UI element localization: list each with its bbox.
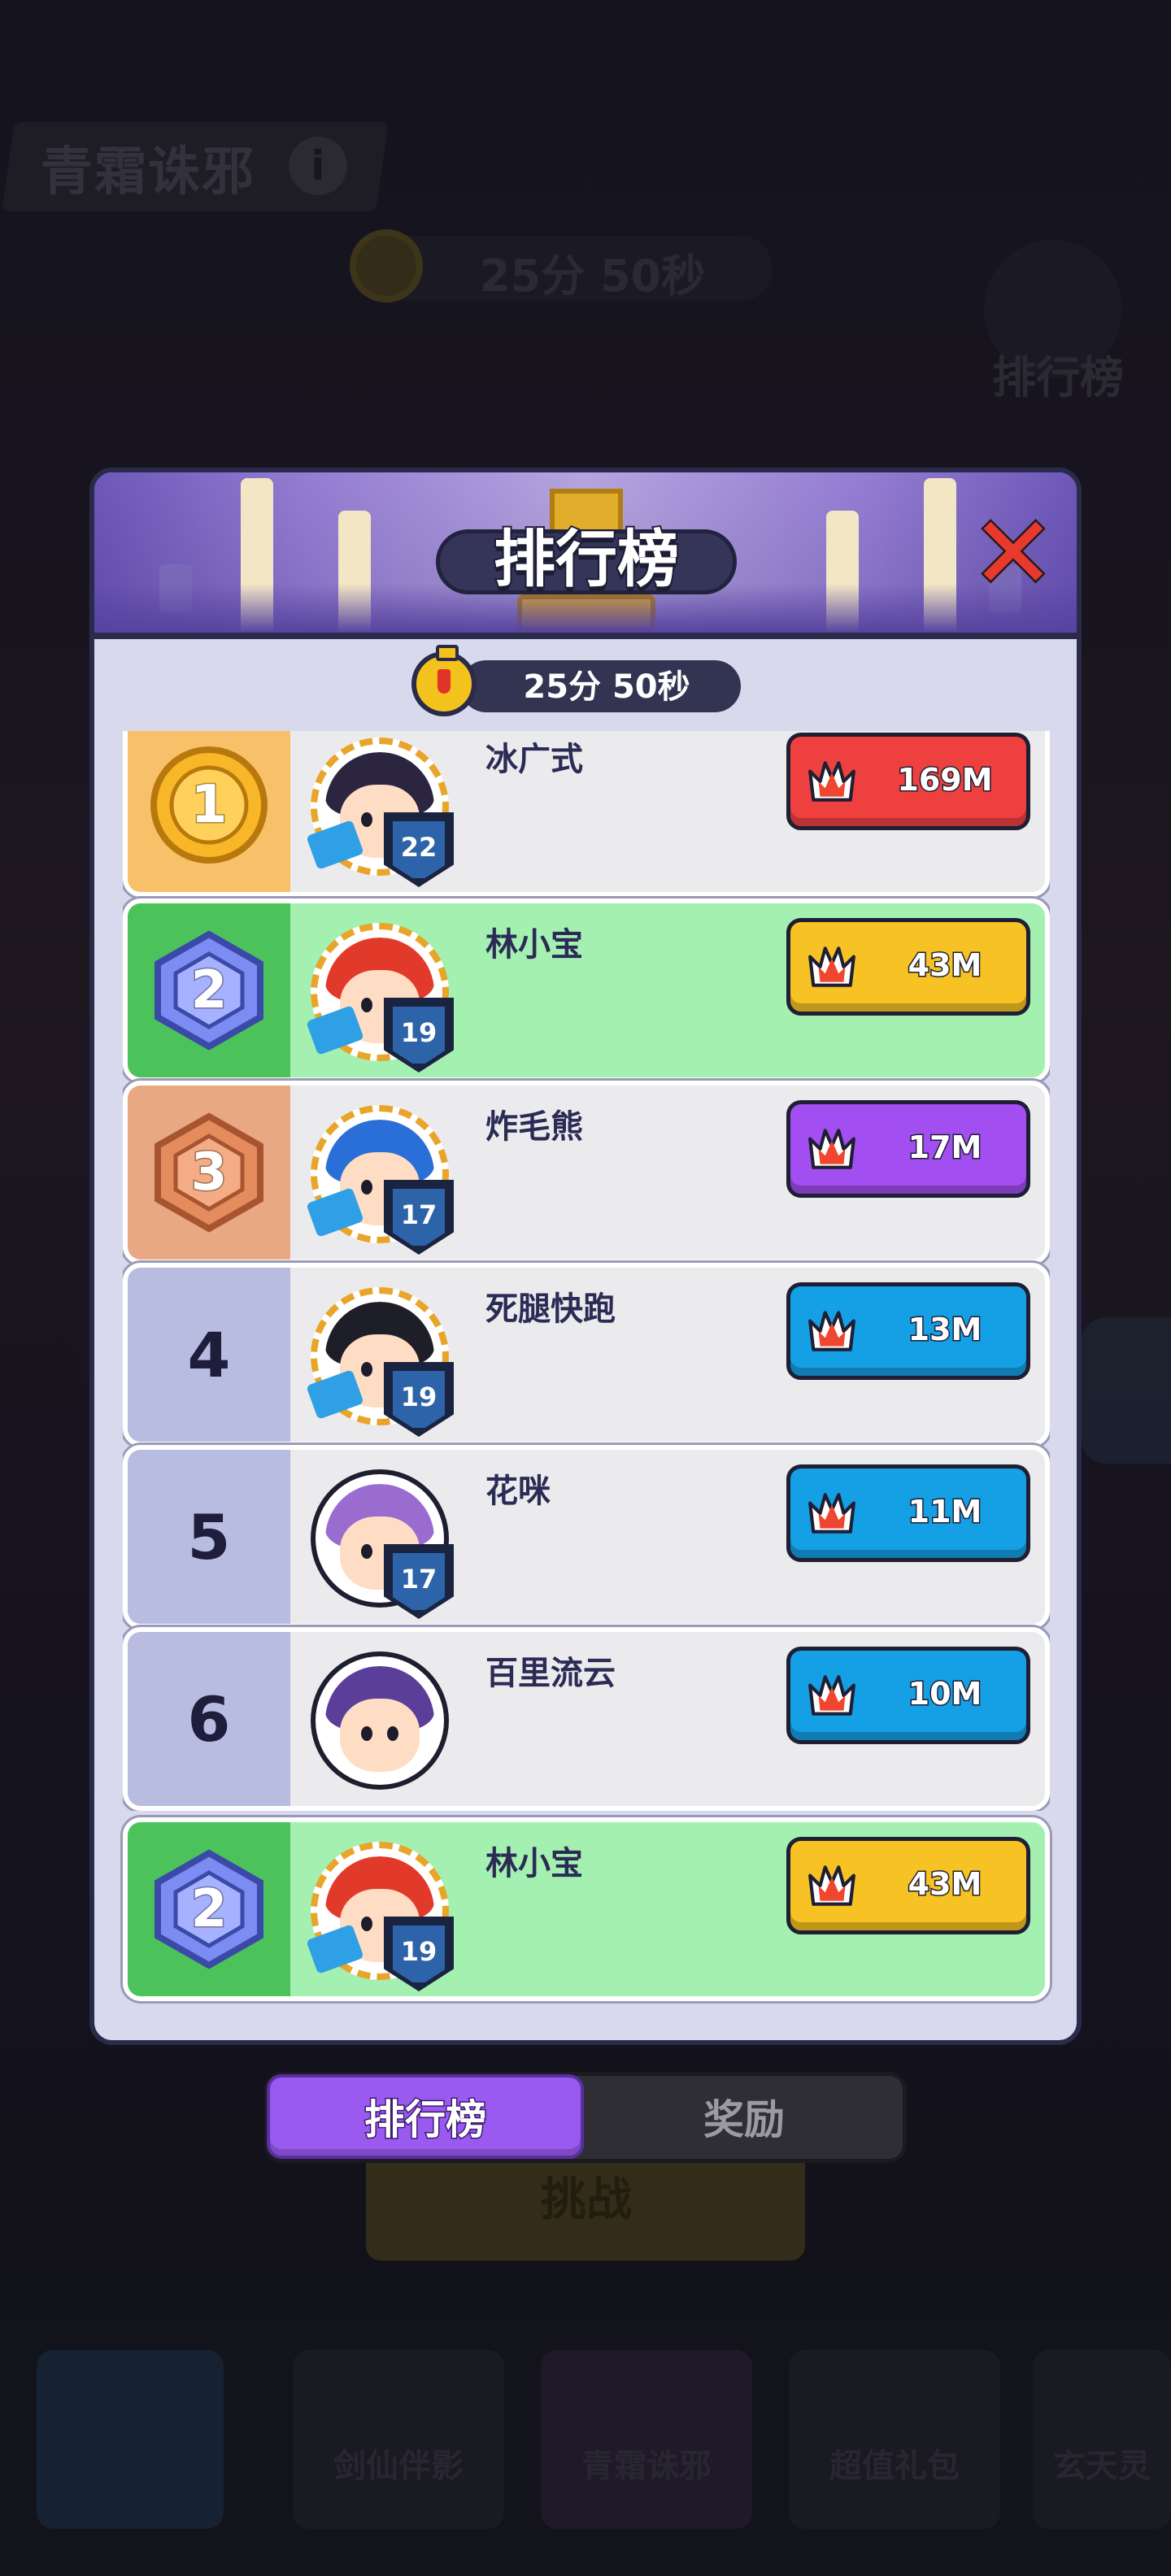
avatar[interactable]: 19 — [303, 916, 457, 1073]
avatar[interactable]: 17 — [303, 1463, 457, 1619]
my-rank-card[interactable]: 2 19 林小宝 43M — [123, 1817, 1050, 2001]
rank-cell: 3 — [128, 1086, 290, 1260]
score-badge[interactable]: 43M — [786, 918, 1030, 1016]
rank-cell: 2 — [128, 1822, 290, 1996]
level-number: 22 — [400, 832, 437, 863]
rank-cell: 6 — [128, 1632, 290, 1806]
leaderboard-row[interactable]: 2 19 林小宝 43M — [123, 899, 1050, 1082]
avatar[interactable]: 22 — [303, 731, 457, 887]
rank-cell: 4 — [128, 1268, 290, 1442]
player-name: 百里流云 — [485, 1655, 616, 1692]
avatar-eye — [361, 998, 372, 1012]
avatar-portrait — [325, 1666, 434, 1775]
score-value: 13M — [907, 1311, 983, 1349]
leaderboard-row[interactable]: 5 17 花咪 11M — [123, 1445, 1050, 1629]
player-name: 林小宝 — [485, 926, 583, 964]
avatar-eye — [387, 1726, 398, 1741]
leaderboard-row[interactable]: 4 19 死腿快跑 13M — [123, 1263, 1050, 1447]
rank-cell: 5 — [128, 1450, 290, 1624]
flame-icon — [808, 1865, 855, 1906]
avatar-eye — [361, 1544, 372, 1559]
avatar-eye — [361, 1180, 372, 1194]
score-badge[interactable]: 10M — [786, 1647, 1030, 1744]
avatar[interactable]: 19 — [303, 1835, 457, 1991]
avatar-eye — [361, 812, 372, 827]
player-name: 冰广式 — [485, 741, 583, 778]
score-value: 11M — [907, 1493, 983, 1531]
leaderboard-modal: 排行榜 ✕ 25分 50秒 1 22 冰广式 169M 2 19 林小宝 43M… — [89, 468, 1082, 2045]
modal-title: 排行榜 — [492, 521, 681, 597]
player-name: 林小宝 — [485, 1845, 583, 1882]
score-badge[interactable]: 43M — [786, 1837, 1030, 1934]
rank-number: 6 — [187, 1682, 231, 1756]
score-value: 17M — [907, 1129, 983, 1167]
leaderboard-row[interactable]: 1 22 冰广式 169M — [123, 731, 1050, 897]
leaderboard-row[interactable]: 6 百里流云 10M — [123, 1627, 1050, 1811]
close-icon[interactable]: ✕ — [969, 502, 1058, 607]
score-badge[interactable]: 169M — [786, 733, 1030, 830]
rank-number: 2 — [189, 1878, 229, 1941]
avatar-eye — [361, 1917, 372, 1931]
rank-number: 4 — [187, 1318, 231, 1391]
level-number: 17 — [400, 1199, 437, 1230]
rank-medal-silver: 2 — [148, 929, 270, 1051]
stopwatch-icon — [411, 645, 477, 716]
score-value: 169M — [896, 761, 994, 799]
level-number: 19 — [400, 1936, 437, 1967]
avatar[interactable] — [303, 1645, 457, 1799]
score-badge[interactable]: 17M — [786, 1100, 1030, 1198]
rank-number: 5 — [187, 1500, 231, 1573]
modal-header: 排行榜 ✕ — [94, 472, 1077, 639]
level-number: 19 — [400, 1017, 437, 1048]
tab-ranking[interactable]: 排行榜 — [267, 2074, 584, 2159]
avatar-eye — [361, 1726, 372, 1741]
flame-icon — [808, 946, 855, 987]
countdown-timer: 25分 50秒 — [523, 668, 690, 706]
rank-medal-bronze: 3 — [148, 1112, 270, 1234]
leaderboard-row[interactable]: 3 17 炸毛熊 17M — [123, 1081, 1050, 1264]
avatar[interactable]: 19 — [303, 1281, 457, 1437]
tab-rewards[interactable]: 奖励 — [586, 2074, 903, 2159]
avatar-face — [340, 1699, 420, 1772]
flame-icon — [808, 1129, 855, 1169]
score-value: 43M — [907, 946, 983, 985]
rank-number: 3 — [189, 1142, 229, 1204]
leaderboard-list[interactable]: 1 22 冰广式 169M 2 19 林小宝 43M 3 17 炸毛熊 17M … — [123, 731, 1050, 1811]
flame-icon — [808, 1311, 855, 1351]
level-number: 17 — [400, 1564, 437, 1595]
rank-number: 1 — [189, 774, 229, 837]
avatar[interactable]: 17 — [303, 1099, 457, 1255]
flame-icon — [808, 1493, 855, 1534]
level-number: 19 — [400, 1382, 437, 1412]
rank-medal-silver: 2 — [148, 1848, 270, 1970]
score-value: 10M — [907, 1675, 983, 1713]
rank-cell: 2 — [128, 903, 290, 1077]
avatar-eye — [361, 1362, 372, 1377]
flame-icon — [808, 761, 855, 802]
score-badge[interactable]: 13M — [786, 1282, 1030, 1380]
rank-cell: 1 — [128, 731, 290, 892]
flame-icon — [808, 1675, 855, 1716]
player-name: 死腿快跑 — [485, 1290, 616, 1328]
player-name: 花咪 — [485, 1473, 551, 1510]
player-name: 炸毛熊 — [485, 1108, 583, 1146]
rank-number: 2 — [189, 959, 229, 1022]
score-value: 43M — [907, 1865, 983, 1904]
rank-medal-gold: 1 — [148, 744, 270, 866]
score-badge[interactable]: 11M — [786, 1464, 1030, 1562]
